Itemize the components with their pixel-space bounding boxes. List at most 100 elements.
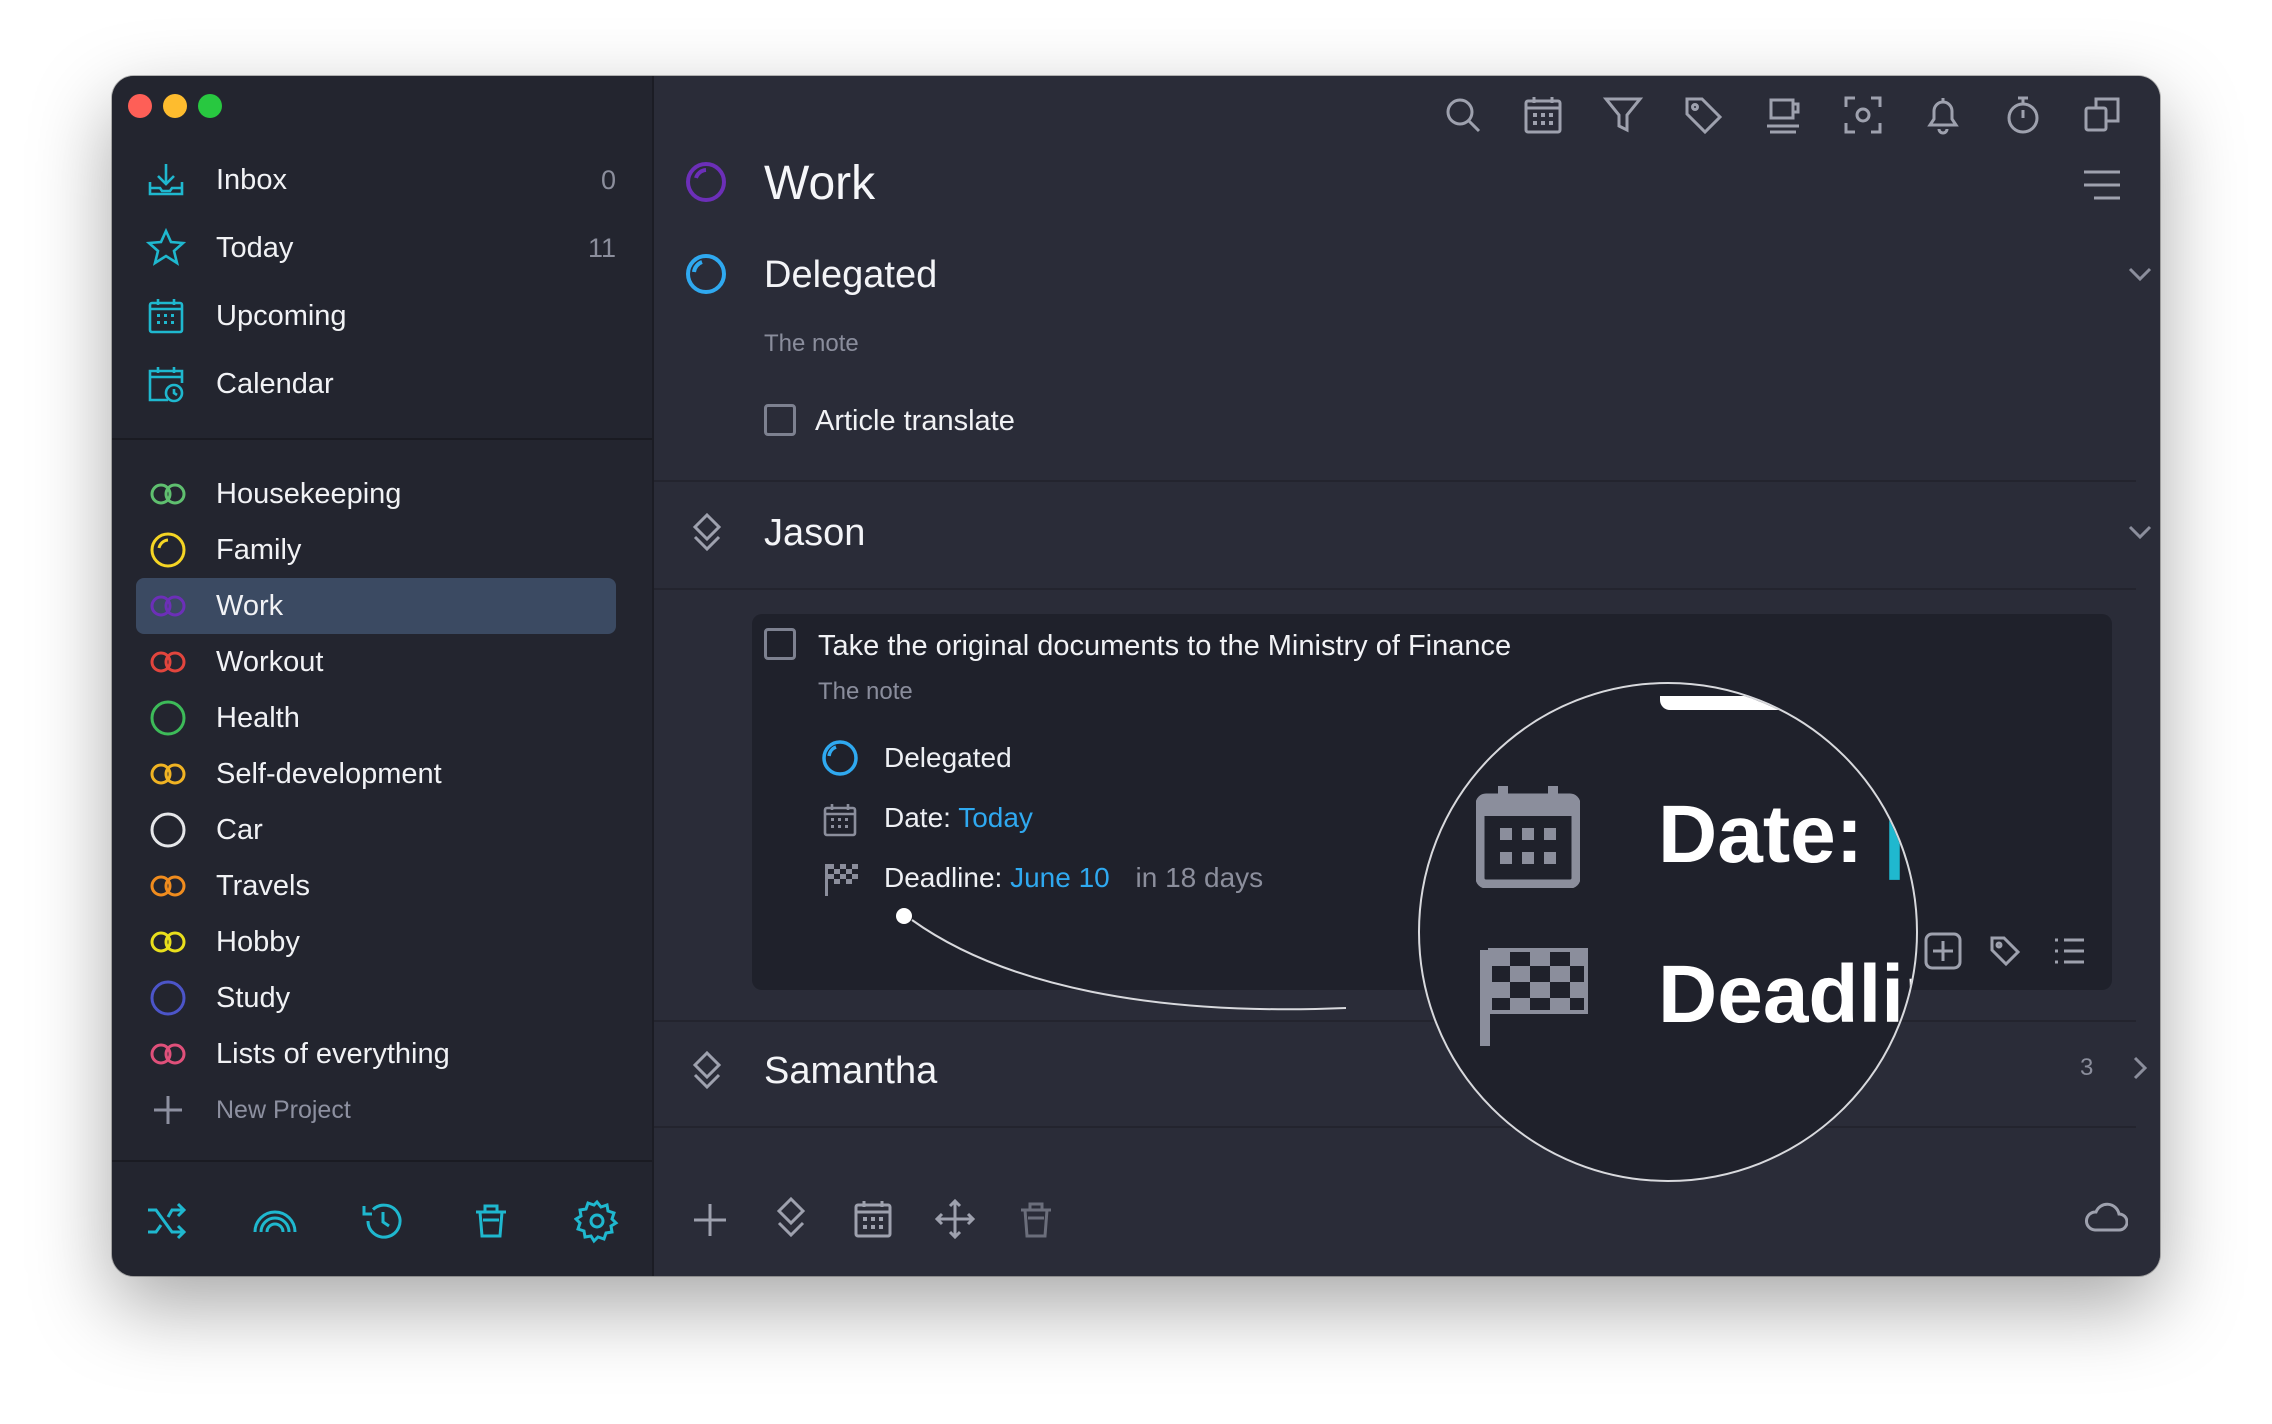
section-header-samantha[interactable]: Samantha — [764, 1050, 937, 1093]
delegated-icon — [822, 740, 858, 776]
section-divider — [654, 1126, 2136, 1128]
close-window-button[interactable] — [128, 94, 152, 118]
history-icon[interactable] — [360, 1198, 406, 1244]
double-circle-icon — [150, 931, 186, 953]
rainbow-icon[interactable] — [252, 1198, 298, 1244]
task-date[interactable]: Date: Today — [884, 802, 1033, 834]
project-label: Lists of everything — [216, 1037, 450, 1070]
trash-icon[interactable] — [468, 1198, 514, 1244]
add-subtask-icon[interactable] — [1924, 932, 1962, 970]
sidebar-item-inbox[interactable]: Inbox 0 — [112, 146, 652, 214]
item-count: 11 — [587, 232, 616, 263]
calendar-icon[interactable] — [1522, 94, 1564, 136]
progress-circle-icon — [150, 532, 186, 568]
sidebar-item-calendar[interactable]: Calendar — [112, 350, 652, 418]
sidebar-project-travels[interactable]: Travels — [136, 858, 616, 914]
focus-icon[interactable] — [1842, 94, 1884, 136]
task-status: Delegated — [884, 742, 1012, 773]
sidebar-project-health[interactable]: Health — [136, 690, 616, 746]
circle-icon — [150, 812, 186, 848]
double-circle-icon — [150, 763, 186, 785]
coffee-icon[interactable] — [1762, 94, 1804, 136]
chevron-right-icon[interactable] — [2130, 1054, 2150, 1082]
task-checkbox[interactable] — [764, 404, 796, 436]
double-circle-icon — [150, 1043, 186, 1065]
sidebar-project-self-development[interactable]: Self-development — [136, 746, 616, 802]
minimize-window-button[interactable] — [163, 94, 187, 118]
checklist-icon[interactable] — [2052, 934, 2086, 968]
calendar-icon[interactable] — [852, 1198, 894, 1240]
sidebar-project-car[interactable]: Car — [136, 802, 616, 858]
chevron-down-icon[interactable] — [2126, 264, 2154, 284]
section-divider — [654, 480, 2136, 482]
task-checkbox[interactable] — [764, 628, 796, 660]
sidebar-project-work[interactable]: Work — [136, 578, 616, 634]
timer-icon[interactable] — [2002, 94, 2044, 136]
double-circle-icon — [150, 595, 186, 617]
sidebar-item-upcoming[interactable]: Upcoming — [112, 282, 652, 350]
magnified-deadline-label: Deadlin — [1658, 949, 1916, 1040]
tag-icon[interactable] — [1988, 934, 2022, 968]
circle-icon — [150, 980, 186, 1016]
section-header-jason[interactable]: Jason — [764, 512, 865, 555]
bell-icon[interactable] — [1922, 94, 1964, 136]
item-count: 0 — [600, 164, 616, 195]
shuffle-icon[interactable] — [144, 1198, 190, 1244]
star-icon — [146, 228, 186, 266]
project-label: Travels — [216, 869, 310, 902]
filter-icon[interactable] — [1602, 94, 1644, 136]
diamond-icon — [692, 512, 722, 552]
trash-icon[interactable] — [1016, 1198, 1056, 1240]
tag-icon[interactable] — [1682, 94, 1724, 136]
project-label: Health — [216, 701, 300, 734]
section-divider — [654, 588, 2136, 590]
deadline-value[interactable]: June 10 — [1010, 862, 1110, 893]
new-project-button[interactable]: New Project — [136, 1082, 616, 1138]
sidebar-project-study[interactable]: Study — [136, 970, 616, 1026]
diamond-icon[interactable] — [774, 1196, 808, 1240]
new-project-label: New Project — [216, 1095, 351, 1124]
calendar-grid-icon — [148, 299, 184, 334]
project-circle-icon — [686, 162, 726, 202]
calendar-icon — [823, 804, 857, 837]
sidebar-project-housekeeping[interactable]: Housekeeping — [136, 466, 616, 522]
deadline-relative: in 18 days — [1135, 862, 1264, 893]
gear-icon[interactable] — [574, 1198, 620, 1244]
menu-icon[interactable] — [2082, 168, 2122, 202]
sidebar-project-workout[interactable]: Workout — [136, 634, 616, 690]
plus-icon — [154, 1096, 182, 1124]
sidebar-divider — [112, 438, 652, 440]
sidebar-item-today[interactable]: Today 11 — [112, 214, 652, 282]
checkered-flag-icon — [825, 864, 858, 896]
date-label: Date: — [884, 802, 951, 833]
delegated-icon — [686, 254, 726, 294]
project-label: Workout — [216, 645, 324, 678]
move-icon[interactable] — [934, 1198, 976, 1240]
app-window: Inbox 0 Today 11 Upcoming Calendar House… — [112, 76, 2160, 1276]
window-controls — [128, 94, 222, 118]
sidebar-project-hobby[interactable]: Hobby — [136, 914, 616, 970]
task-title[interactable]: Article translate — [815, 405, 1015, 438]
date-value[interactable]: Today — [958, 802, 1033, 833]
task-note: The note — [818, 678, 913, 705]
task-title[interactable]: Take the original documents to the Minis… — [818, 630, 1511, 663]
magnified-calendar-icon — [1476, 786, 1580, 888]
chevron-down-icon[interactable] — [2126, 522, 2154, 542]
sidebar-project-family[interactable]: Family — [136, 522, 616, 578]
project-label: Car — [216, 813, 263, 846]
search-icon[interactable] — [1442, 94, 1484, 136]
zoom-window-button[interactable] — [198, 94, 222, 118]
cloud-icon[interactable] — [2084, 1200, 2128, 1236]
diamond-icon — [692, 1050, 722, 1090]
section-header-delegated[interactable]: Delegated — [764, 254, 937, 297]
sidebar-item-label: Inbox — [216, 163, 287, 196]
sidebar-project-lists-of-everything[interactable]: Lists of everything — [136, 1026, 616, 1082]
project-label: Work — [216, 589, 284, 622]
task-deadline[interactable]: Deadline: June 10 in 18 days — [884, 862, 1263, 894]
plus-icon[interactable] — [690, 1200, 730, 1240]
double-circle-icon — [150, 483, 186, 505]
magnifier-connector — [896, 908, 1347, 1011]
main-panel: Work Delegated The note Article translat… — [654, 76, 2160, 1276]
copy-icon[interactable] — [2082, 94, 2124, 136]
section-count: 3 — [2080, 1054, 2094, 1081]
